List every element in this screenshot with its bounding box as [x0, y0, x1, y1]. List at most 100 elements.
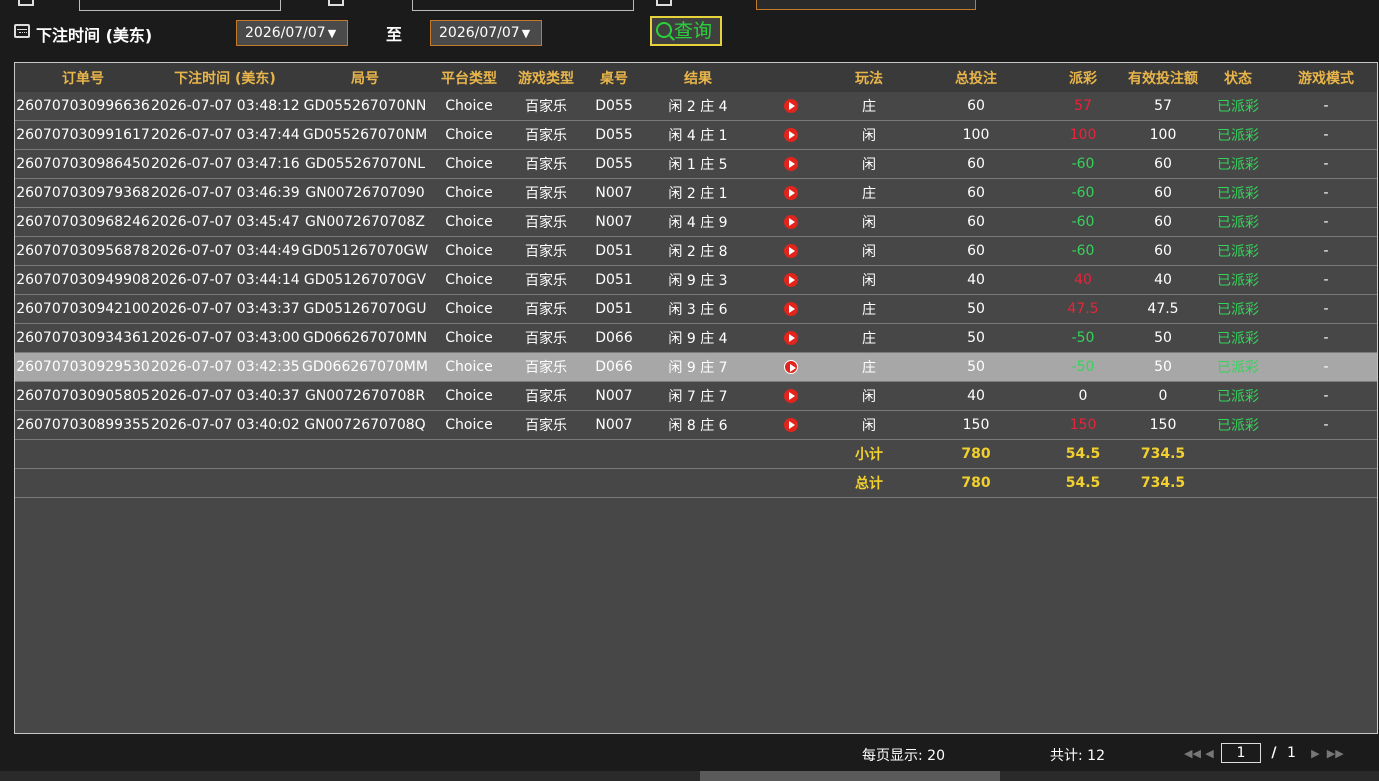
- cell-game-mode: -: [1273, 323, 1377, 353]
- cell-video[interactable]: [753, 323, 829, 353]
- cell-status: 已派彩: [1203, 178, 1273, 208]
- page-number-input[interactable]: 1: [1220, 743, 1261, 763]
- filter-input-1[interactable]: [79, 0, 281, 11]
- play-video-icon[interactable]: [784, 128, 798, 142]
- first-page-icon[interactable]: ◀◀: [1184, 747, 1201, 760]
- table-row[interactable]: 260707030905805 2026-07-07 03:40:37 GN0072…: [15, 381, 1377, 411]
- play-video-icon[interactable]: [784, 186, 798, 200]
- filter-input-2[interactable]: [412, 0, 634, 11]
- cell-result: 闲 9 庄 7: [643, 352, 753, 382]
- cell-bet-time: 2026-07-07 03:40:37: [151, 381, 299, 411]
- col-game-mode[interactable]: 游戏模式: [1273, 63, 1377, 92]
- cell-round-no: GD051267070GU: [299, 294, 431, 324]
- cell-platform: Choice: [431, 236, 507, 266]
- page-size-label: 每页显示: 20: [862, 748, 945, 764]
- cell-round-no: GD066267070MN: [299, 323, 431, 353]
- table-row[interactable]: 260707030942100 2026-07-07 03:43:37 GD0512…: [15, 294, 1377, 324]
- col-round-no[interactable]: 局号: [299, 63, 431, 92]
- play-video-icon[interactable]: [784, 157, 798, 171]
- play-video-icon[interactable]: [784, 360, 798, 374]
- date-to-value: 2026/07/07: [439, 25, 520, 41]
- table-row[interactable]: 260707030949908 2026-07-07 03:44:14 GD0512…: [15, 265, 1377, 295]
- play-video-icon[interactable]: [784, 215, 798, 229]
- cell-bet-time: 2026-07-07 03:45:47: [151, 207, 299, 237]
- prev-page-icon[interactable]: ◀: [1202, 747, 1216, 760]
- cell-result: 闲 3 庄 6: [643, 294, 753, 324]
- cell-video[interactable]: [753, 410, 829, 440]
- col-payout[interactable]: 派彩: [1043, 63, 1123, 92]
- cell-game-mode: -: [1273, 178, 1377, 208]
- table-row[interactable]: 260707030996636 2026-07-07 03:48:12 GD0552…: [15, 92, 1377, 121]
- cell-valid-bet: 60: [1123, 149, 1203, 179]
- cell-platform: Choice: [431, 120, 507, 150]
- query-button[interactable]: 查询: [650, 16, 722, 46]
- cell-valid-bet: 0: [1123, 381, 1203, 411]
- subtotal-bet: 780: [909, 439, 1043, 469]
- cell-payout: 40: [1043, 265, 1123, 295]
- table-row[interactable]: 260707030979368 2026-07-07 03:46:39 GN0072…: [15, 178, 1377, 208]
- table-row[interactable]: 260707030934361 2026-07-07 03:43:00 GD0662…: [15, 323, 1377, 353]
- cell-payout: -50: [1043, 323, 1123, 353]
- col-status[interactable]: 状态: [1203, 63, 1273, 92]
- cell-bet-type: 闲: [829, 381, 909, 411]
- cell-video[interactable]: [753, 265, 829, 295]
- table-row[interactable]: 260707030956878 2026-07-07 03:44:49 GD0512…: [15, 236, 1377, 266]
- calendar-icon: [656, 0, 672, 6]
- col-table-no[interactable]: 桌号: [585, 63, 643, 92]
- cell-video[interactable]: [753, 92, 829, 121]
- col-game-type[interactable]: 游戏类型: [507, 63, 585, 92]
- table-row[interactable]: 260707030929530 2026-07-07 03:42:35 GD0662…: [15, 352, 1377, 382]
- col-bet-type[interactable]: 玩法: [829, 63, 909, 92]
- play-video-icon[interactable]: [784, 389, 798, 403]
- cell-order-no: 260707030949908: [15, 265, 151, 295]
- play-video-icon[interactable]: [784, 331, 798, 345]
- cell-status: 已派彩: [1203, 323, 1273, 353]
- date-from-select[interactable]: 2026/07/07 ▼: [236, 20, 348, 46]
- col-order-no[interactable]: 订单号: [15, 63, 151, 92]
- play-video-icon[interactable]: [784, 99, 798, 113]
- cell-video[interactable]: [753, 149, 829, 179]
- cell-valid-bet: 60: [1123, 207, 1203, 237]
- cell-video[interactable]: [753, 236, 829, 266]
- cell-total-bet: 60: [909, 207, 1043, 237]
- cell-payout: 100: [1043, 120, 1123, 150]
- cell-video[interactable]: [753, 381, 829, 411]
- play-video-icon[interactable]: [784, 418, 798, 432]
- cell-platform: Choice: [431, 294, 507, 324]
- cell-total-bet: 40: [909, 381, 1043, 411]
- play-video-icon[interactable]: [784, 302, 798, 316]
- col-result[interactable]: 结果: [643, 63, 753, 92]
- cell-bet-time: 2026-07-07 03:44:14: [151, 265, 299, 295]
- cell-status: 已派彩: [1203, 352, 1273, 382]
- col-valid-bet[interactable]: 有效投注额: [1123, 63, 1203, 92]
- cell-video[interactable]: [753, 207, 829, 237]
- table-row[interactable]: 260707030986450 2026-07-07 03:47:16 GD0552…: [15, 149, 1377, 179]
- col-platform[interactable]: 平台类型: [431, 63, 507, 92]
- search-icon: [656, 22, 672, 38]
- cell-payout: -50: [1043, 352, 1123, 382]
- next-page-icon[interactable]: ▶: [1308, 747, 1322, 760]
- cell-round-no: GN00726707090: [299, 178, 431, 208]
- cell-game-type: 百家乐: [507, 410, 585, 440]
- cell-video[interactable]: [753, 120, 829, 150]
- cell-video[interactable]: [753, 352, 829, 382]
- cell-table-no: N007: [585, 207, 643, 237]
- calendar-icon: [328, 0, 344, 6]
- subtotal-payout: 54.5: [1043, 439, 1123, 469]
- play-video-icon[interactable]: [784, 244, 798, 258]
- cell-valid-bet: 47.5: [1123, 294, 1203, 324]
- filter-select[interactable]: [756, 0, 976, 10]
- cell-game-type: 百家乐: [507, 207, 585, 237]
- last-page-icon[interactable]: ▶▶: [1327, 747, 1344, 760]
- table-row[interactable]: 260707030899355 2026-07-07 03:40:02 GN0072…: [15, 410, 1377, 440]
- table-row[interactable]: 260707030968246 2026-07-07 03:45:47 GN0072…: [15, 207, 1377, 237]
- col-total-bet[interactable]: 总投注: [909, 63, 1043, 92]
- cell-status: 已派彩: [1203, 410, 1273, 440]
- cell-table-no: D051: [585, 236, 643, 266]
- cell-video[interactable]: [753, 294, 829, 324]
- table-row[interactable]: 260707030991617 2026-07-07 03:47:44 GD0552…: [15, 120, 1377, 150]
- date-to-select[interactable]: 2026/07/07 ▼: [430, 20, 542, 46]
- col-bet-time[interactable]: 下注时间 (美东): [151, 63, 299, 92]
- cell-video[interactable]: [753, 178, 829, 208]
- play-video-icon[interactable]: [784, 273, 798, 287]
